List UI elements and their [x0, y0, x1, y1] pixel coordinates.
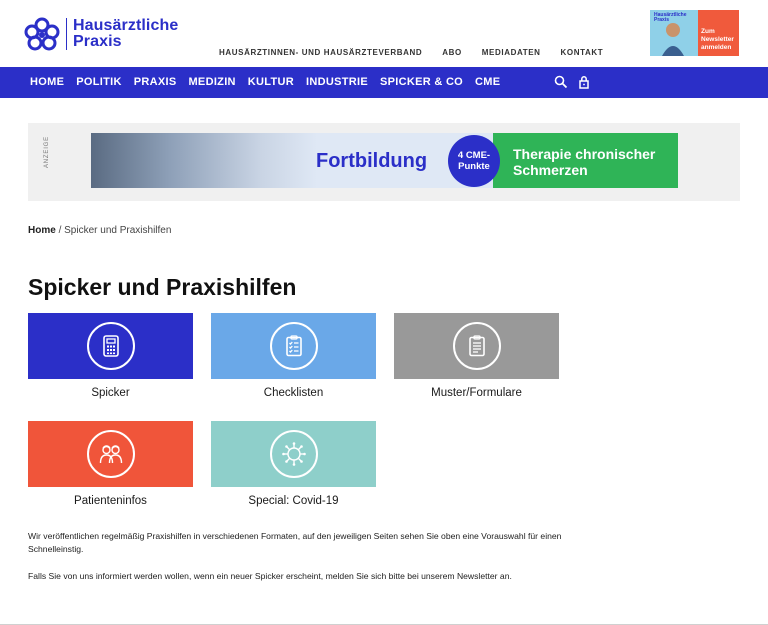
breadcrumb: Home / Spicker und Praxishilfen [28, 225, 171, 236]
tile-patienteninfos-label: Patienteninfos [74, 495, 147, 507]
intro-paragraph: Wir veröffentlichen regelmäßig Praxishil… [28, 531, 562, 554]
tile-patienteninfos-ring [86, 430, 135, 478]
topnav-mediadaten[interactable]: MEDIADATEN [482, 48, 541, 57]
breadcrumb-separator: / [55, 225, 65, 236]
ad-subtitle-line-1: Therapie chronischer [513, 146, 656, 162]
lock-icon[interactable] [577, 75, 591, 89]
topnav-abo[interactable]: ABO [442, 48, 462, 57]
search-icon[interactable] [554, 75, 568, 89]
promo-brand-line-2: Praxis [654, 17, 670, 23]
tile-checklisten-label: Checklisten [263, 387, 324, 399]
tile-covid-ring [269, 430, 318, 478]
nav-item-home[interactable]: HOME [30, 76, 64, 88]
promo-text: Zum Newsletter anmelden [701, 28, 734, 52]
flower-logo-icon [24, 17, 60, 51]
ad-label: ANZEIGE [44, 136, 50, 168]
logo-line-2: Praxis [73, 33, 122, 50]
top-navigation: HAUSÄRZTINNEN- UND HAUSÄRZTEVERBAND ABO … [219, 48, 623, 57]
nav-item-medizin[interactable]: MEDIZIN [188, 76, 235, 88]
tile-patienteninfos-block [28, 421, 193, 487]
tile-covid-block [211, 421, 376, 487]
ad-subtitle-line-2: Schmerzen [513, 162, 588, 178]
ad-banner[interactable]: Fortbildung 4 CME- Punkte Therapie chron… [91, 133, 678, 188]
person-icon [662, 23, 684, 56]
promo-text-line-2: Newsletter [701, 36, 734, 43]
promo-brand: Hausärztliche Praxis [654, 13, 687, 23]
ad-title: Fortbildung [316, 150, 428, 172]
tile-muster-ring [452, 322, 501, 370]
tile-spicker-label: Spicker [91, 387, 130, 399]
ad-subtitle: Therapie chronischer Schmerzen [513, 146, 655, 178]
logo-text: Hausärztliche Praxis [73, 18, 178, 50]
patients-icon [99, 445, 122, 464]
breadcrumb-current: Spicker und Praxishilfen [64, 225, 172, 236]
logo-divider [66, 18, 67, 50]
ad-cme-badge: 4 CME- Punkte [448, 135, 500, 187]
main-navigation: HOME POLITIK PRAXIS MEDIZIN KULTUR INDUS… [0, 67, 768, 98]
tile-checklisten-block [211, 313, 376, 379]
ad-photo [91, 133, 317, 188]
virus-icon [281, 442, 306, 466]
calculator-icon [102, 335, 119, 357]
tile-muster-block [394, 313, 559, 379]
logo-line-1: Hausärztliche [73, 17, 179, 34]
tile-patienteninfos[interactable]: Patienteninfos [28, 421, 193, 507]
tile-covid-label: Special: Covid-19 [248, 495, 339, 507]
newsletter-promo[interactable]: Hausärztliche Praxis Zum Newsletter anme… [650, 10, 739, 56]
tile-spicker-ring [86, 322, 135, 370]
breadcrumb-home[interactable]: Home [28, 225, 56, 236]
nav-item-spicker[interactable]: SPICKER & CO [380, 76, 463, 88]
nav-item-kultur[interactable]: KULTUR [248, 76, 294, 88]
newsletter-paragraph: Falls Sie von uns informiert werden woll… [28, 571, 512, 581]
topnav-verband[interactable]: HAUSÄRZTINNEN- UND HAUSÄRZTEVERBAND [219, 48, 422, 57]
page-title: Spicker und Praxishilfen [28, 274, 297, 300]
tile-spicker-block [28, 313, 193, 379]
topnav-kontakt[interactable]: KONTAKT [561, 48, 604, 57]
tile-spicker[interactable]: Spicker [28, 313, 193, 399]
tile-covid[interactable]: Special: Covid-19 [211, 421, 376, 507]
ad-badge-line-1: 4 CME- [457, 150, 491, 161]
nav-item-praxis[interactable]: PRAXIS [134, 76, 177, 88]
tile-muster-formulare[interactable]: Muster/Formulare [394, 313, 559, 399]
tile-checklisten-ring [269, 322, 318, 370]
site-logo[interactable]: Hausärztliche Praxis [24, 17, 178, 51]
ad-badge-line-2: Punkte [458, 161, 490, 172]
tile-muster-label: Muster/Formulare [431, 387, 522, 399]
checklist-icon [285, 335, 302, 357]
nav-item-industrie[interactable]: INDUSTRIE [306, 76, 368, 88]
tile-checklisten[interactable]: Checklisten [211, 313, 376, 399]
clipboard-icon [468, 335, 485, 357]
promo-text-line-1: Zum [701, 28, 715, 35]
nav-item-cme[interactable]: CME [475, 76, 500, 88]
nav-item-politik[interactable]: POLITIK [76, 76, 122, 88]
promo-text-line-3: anmelden [701, 44, 732, 51]
